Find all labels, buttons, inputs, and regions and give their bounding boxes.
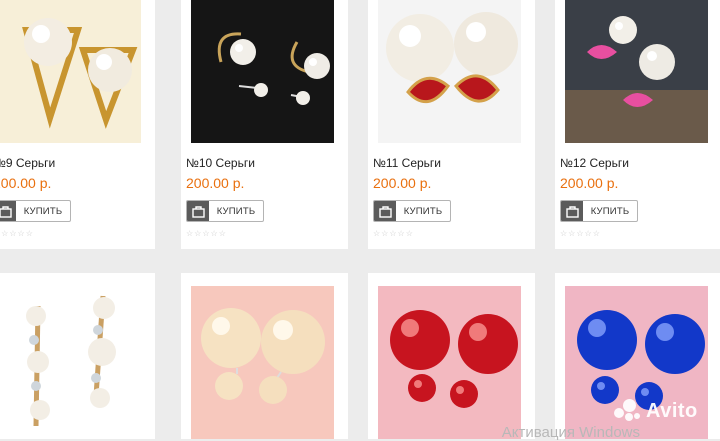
buy-button[interactable]: КУПИТЬ [186,200,264,222]
product-card[interactable] [181,273,348,439]
product-price: 200.00 р. [186,175,245,191]
buy-button[interactable]: КУПИТЬ [373,200,451,222]
product-image[interactable] [0,0,141,143]
product-image[interactable] [191,0,334,143]
product-name[interactable]: №11 Серьги [373,156,441,170]
buy-button[interactable]: КУПИТЬ [0,200,71,222]
rating-stars[interactable]: ☆☆☆☆☆ [373,229,414,238]
rating-stars[interactable]: ☆☆☆☆☆ [560,229,601,238]
product-image[interactable] [378,286,521,439]
product-card[interactable]: №11 Серьги 200.00 р. КУПИТЬ ☆☆☆☆☆ [368,0,535,249]
cart-icon [187,201,209,221]
rating-stars[interactable]: ☆☆☆☆☆ [186,229,227,238]
product-image[interactable] [565,0,708,143]
product-card[interactable] [0,273,155,439]
product-card[interactable]: №10 Серьги 200.00 р. КУПИТЬ ☆☆☆☆☆ [181,0,348,249]
avito-logo-icon [614,399,642,423]
avito-logo-text: Avito [646,399,698,422]
windows-activation-watermark: Активация Windows [501,424,640,441]
product-card[interactable]: №12 Серьги 200.00 р. КУПИТЬ ☆☆☆☆☆ [555,0,720,249]
cart-icon [374,201,396,221]
product-image[interactable] [378,0,521,143]
cart-icon [561,201,583,221]
cart-icon [0,201,16,221]
product-price: 200.00 р. [0,175,52,191]
product-card[interactable] [368,273,535,439]
product-price: 200.00 р. [373,175,432,191]
buy-button[interactable]: КУПИТЬ [560,200,638,222]
product-name[interactable]: №12 Серьги [560,156,629,170]
buy-button-label: КУПИТЬ [590,205,630,217]
rating-stars[interactable]: ☆☆☆☆☆ [0,229,34,238]
product-name[interactable]: №9 Серьги [0,156,55,170]
buy-button-label: КУПИТЬ [23,205,63,217]
product-price: 200.00 р. [560,175,619,191]
buy-button-label: КУПИТЬ [216,205,256,217]
product-image[interactable] [0,286,141,439]
product-card[interactable]: №9 Серьги 200.00 р. КУПИТЬ ☆☆☆☆☆ [0,0,155,249]
product-name[interactable]: №10 Серьги [186,156,255,170]
product-image[interactable] [191,286,334,439]
buy-button-label: КУПИТЬ [403,205,443,217]
avito-logo: Avito [614,399,698,423]
